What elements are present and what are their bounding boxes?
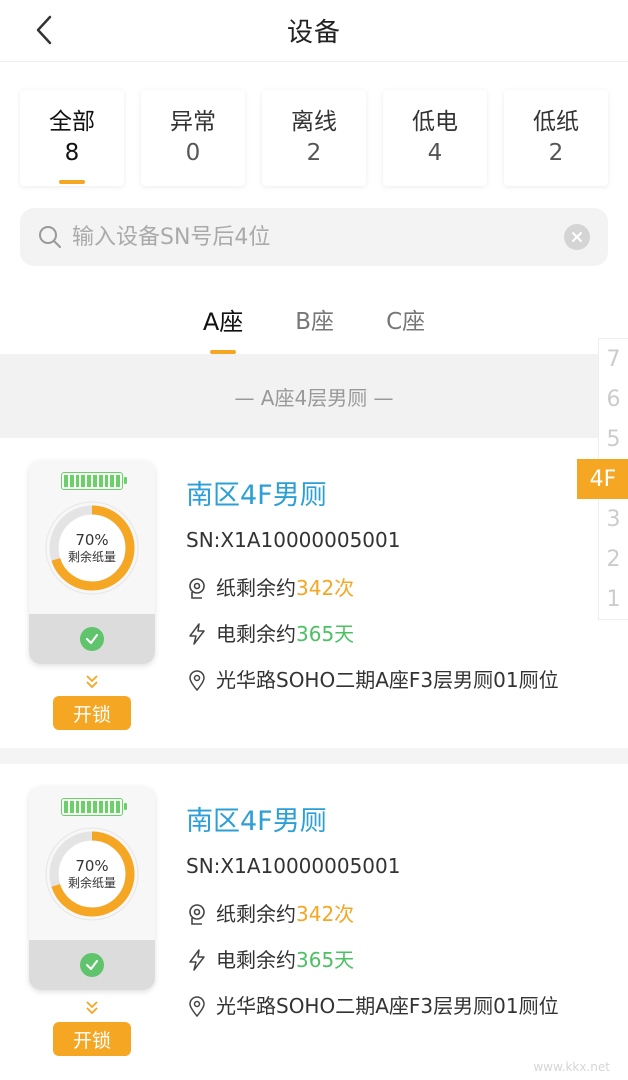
paper-roll-icon: [186, 903, 208, 925]
paper-percent: 70%: [75, 531, 109, 549]
floor-item-4f[interactable]: 4F: [577, 459, 628, 499]
search-input[interactable]: [72, 224, 564, 250]
filter-count: 4: [427, 140, 443, 166]
filter-all[interactable]: 全部 8: [20, 90, 124, 186]
header: 设备: [0, 0, 628, 62]
filter-low-paper[interactable]: 低纸 2: [504, 90, 608, 186]
back-button[interactable]: [24, 10, 64, 50]
filter-offline[interactable]: 离线 2: [262, 90, 366, 186]
paper-prefix: 纸剩余约: [216, 576, 296, 600]
power-remaining: 电剩余约 365天: [186, 620, 559, 648]
location-pin-icon: [186, 669, 208, 691]
search-icon: [39, 226, 61, 248]
lightning-icon: [186, 623, 208, 645]
device-visual: 70% 剩余纸量 开锁: [28, 786, 156, 1080]
section-title: — A座4层男厕 —: [234, 385, 394, 410]
watermark-text: www.kkx.net: [533, 1060, 610, 1074]
paper-prefix: 纸剩余约: [216, 902, 296, 926]
power-remaining: 电剩余约 365天: [186, 946, 559, 974]
filter-count: 0: [185, 140, 201, 166]
device-name: 南区4F男厕: [186, 806, 327, 837]
battery-icon: [61, 472, 127, 490]
device-visual: 70% 剩余纸量 开锁: [28, 460, 156, 748]
watermark: www.kkx.net: [500, 1010, 610, 1074]
device-sn: SN:X1A10000005001: [186, 528, 401, 552]
device-card[interactable]: 70% 剩余纸量 开锁 南区4F男厕 SN:X1A10000005001 纸剩余…: [0, 438, 628, 764]
power-prefix: 电剩余约: [216, 948, 296, 972]
device-location: 光华路SOHO二期A座F3层男厕01厕位: [186, 666, 559, 694]
paper-label: 剩余纸量: [67, 876, 116, 890]
device-name: 南区4F男厕: [186, 480, 327, 511]
device-illustration: 70% 剩余纸量: [29, 786, 155, 990]
filter-label: 低电: [412, 109, 458, 135]
tab-label: A座: [202, 308, 244, 336]
tab-label: B座: [295, 309, 335, 335]
double-chevron-down-icon: [86, 1001, 98, 1015]
battery-icon: [61, 798, 127, 816]
power-prefix: 电剩余约: [216, 622, 296, 646]
floor-item-3[interactable]: 3: [599, 499, 628, 539]
unlock-button[interactable]: 开锁: [53, 696, 131, 730]
floor-index: 7 6 5 4F 3 2 1: [577, 338, 628, 620]
building-tabs: A座 B座 C座: [0, 292, 628, 354]
paper-label: 剩余纸量: [67, 550, 116, 564]
power-value: 365天: [296, 622, 355, 646]
floor-item-2[interactable]: 2: [599, 539, 628, 579]
filter-label: 低纸: [533, 109, 579, 135]
filter-count: 2: [548, 140, 564, 166]
power-value: 365天: [296, 948, 355, 972]
unlock-button[interactable]: 开锁: [53, 1022, 131, 1056]
paper-gauge: 70% 剩余纸量: [42, 824, 142, 924]
filter-count: 2: [306, 140, 322, 166]
device-sn: SN:X1A10000005001: [186, 854, 401, 878]
floor-item-7[interactable]: 7: [599, 339, 628, 379]
paper-remaining: 纸剩余约 342次: [186, 900, 559, 928]
check-icon: [80, 953, 104, 977]
chevron-left-icon: [36, 15, 52, 45]
close-icon: [572, 232, 582, 242]
tab-building-a[interactable]: A座: [203, 292, 243, 354]
filter-active-indicator: [59, 180, 85, 184]
floor-item-5[interactable]: 5: [599, 419, 628, 459]
location-pin-icon: [186, 995, 208, 1017]
filter-label: 离线: [291, 109, 337, 135]
location-text: 光华路SOHO二期A座F3层男厕01厕位: [216, 668, 559, 692]
search-bar: [20, 208, 608, 266]
paper-value: 342次: [296, 576, 355, 600]
tab-active-indicator: [210, 350, 237, 354]
device-info: 南区4F男厕 SN:X1A10000005001 纸剩余约 342次 电剩余约 36…: [186, 460, 559, 748]
filter-label: 异常: [170, 109, 216, 135]
filter-abnormal[interactable]: 异常 0: [141, 90, 245, 186]
clear-search-button[interactable]: [564, 224, 590, 250]
lightning-icon: [186, 949, 208, 971]
page-title: 设备: [286, 18, 341, 48]
double-chevron-down-icon: [86, 675, 98, 689]
paper-gauge: 70% 剩余纸量: [42, 498, 142, 598]
paper-roll-icon: [186, 577, 208, 599]
paper-value: 342次: [296, 902, 355, 926]
status-filters: 全部 8 异常 0 离线 2 低电 4 低纸 2: [0, 62, 628, 186]
tab-building-b[interactable]: B座: [295, 292, 334, 354]
section-header: — A座4层男厕 —: [0, 354, 628, 438]
filter-count: 8: [64, 140, 80, 166]
floor-item-6[interactable]: 6: [599, 379, 628, 419]
check-icon: [80, 627, 104, 651]
floor-item-1[interactable]: 1: [599, 579, 628, 619]
device-illustration: 70% 剩余纸量: [29, 460, 155, 664]
paper-remaining: 纸剩余约 342次: [186, 574, 559, 602]
tab-label: C座: [386, 309, 426, 335]
paper-percent: 70%: [75, 857, 109, 875]
filter-low-battery[interactable]: 低电 4: [383, 90, 487, 186]
tab-building-c[interactable]: C座: [386, 292, 425, 354]
filter-label: 全部: [49, 109, 95, 135]
